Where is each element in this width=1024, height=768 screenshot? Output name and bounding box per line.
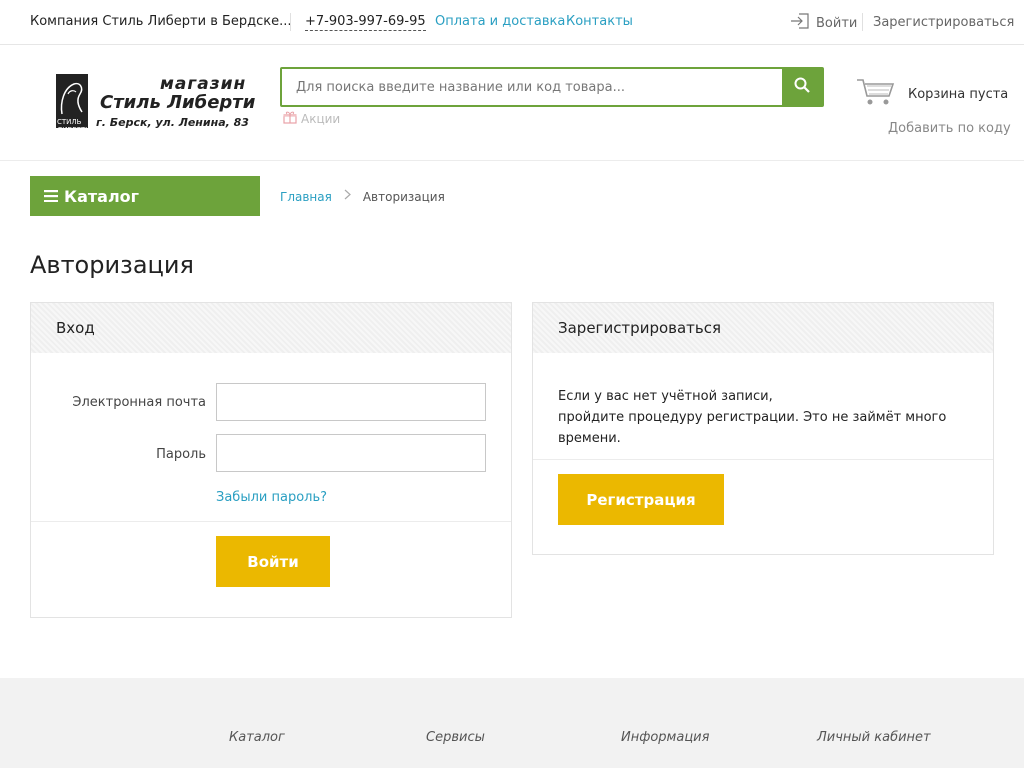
add-by-code-link[interactable]: Добавить по коду — [888, 121, 1011, 136]
top-bar: Компания Стиль Либерти в Бердске... +7-9… — [0, 0, 1024, 45]
footer-catalog[interactable]: Каталог — [229, 730, 285, 745]
search-button[interactable] — [782, 69, 822, 105]
promo-link[interactable]: Акции — [283, 111, 340, 127]
register-panel-title: Зарегистрироваться — [533, 303, 993, 353]
forgot-password-link[interactable]: Забыли пароль? — [216, 490, 327, 505]
login-link[interactable]: Войти — [790, 13, 857, 33]
login-panel-title: Вход — [31, 303, 511, 353]
cart-icon — [856, 77, 896, 111]
login-icon — [790, 13, 810, 33]
page-title: Авторизация — [30, 251, 194, 279]
contacts-link[interactable]: Контакты — [566, 14, 633, 29]
cart-label: Корзина пуста — [908, 86, 1009, 102]
site-header: СТИЛЬ ЛИБЕРТИ магазин Стиль Либерти г. Б… — [0, 46, 1024, 161]
footer-information[interactable]: Информация — [621, 730, 709, 745]
register-link[interactable]: Зарегистрироваться — [873, 15, 1014, 30]
chevron-right-icon — [344, 189, 351, 204]
search-input[interactable] — [282, 69, 782, 105]
divider — [862, 13, 863, 31]
gift-icon — [283, 111, 297, 127]
login-label: Войти — [816, 15, 858, 31]
register-panel: Зарегистрироваться Если у вас нет учётно… — [532, 302, 994, 555]
cart-link[interactable]: Корзина пуста — [856, 77, 1008, 111]
promo-label: Акции — [301, 112, 341, 126]
catalog-label: Каталог — [64, 186, 140, 206]
logo-line3: г. Берск, ул. Ленина, 83 — [96, 116, 249, 129]
catalog-button[interactable]: Каталог — [30, 176, 260, 216]
password-field[interactable] — [216, 434, 486, 472]
logo-badge-text: СТИЛЬ ЛИБЕРТИ — [57, 118, 91, 134]
search-icon — [794, 77, 810, 97]
site-footer: Каталог Сервисы Информация Личный кабине… — [0, 678, 1024, 768]
breadcrumb: Главная Авторизация — [280, 189, 445, 204]
register-description: Если у вас нет учётной записи, пройдите … — [558, 386, 978, 449]
search-box — [280, 67, 824, 107]
footer-account[interactable]: Личный кабинет — [817, 730, 931, 745]
phone-link[interactable]: +7-903-997-69-95 — [305, 14, 426, 31]
logo-emblem: СТИЛЬ ЛИБЕРТИ — [56, 74, 90, 134]
logo-line2: Стиль Либерти — [100, 92, 256, 113]
divider — [290, 13, 291, 31]
divider — [31, 521, 511, 522]
password-label: Пароль — [156, 447, 206, 462]
email-label: Электронная почта — [72, 395, 206, 410]
breadcrumb-current: Авторизация — [362, 189, 445, 204]
registration-button[interactable]: Регистрация — [558, 474, 724, 525]
login-panel: Вход Электронная почта Пароль Забыли пар… — [30, 302, 512, 618]
register-text-line2: пройдите процедуру регистрации. Это не з… — [558, 410, 947, 446]
email-field[interactable] — [216, 383, 486, 421]
login-button[interactable]: Войти — [216, 536, 330, 587]
register-text-line1: Если у вас нет учётной записи, — [558, 389, 773, 404]
company-selector[interactable]: Компания Стиль Либерти в Бердске... — [30, 14, 292, 29]
breadcrumb-home[interactable]: Главная — [280, 190, 332, 204]
site-logo[interactable]: СТИЛЬ ЛИБЕРТИ магазин Стиль Либерти г. Б… — [56, 74, 255, 134]
footer-services[interactable]: Сервисы — [426, 730, 485, 745]
delivery-link[interactable]: Оплата и доставка — [435, 14, 565, 29]
logo-line1: магазин — [160, 74, 247, 94]
divider — [533, 459, 993, 460]
menu-icon — [44, 187, 58, 206]
